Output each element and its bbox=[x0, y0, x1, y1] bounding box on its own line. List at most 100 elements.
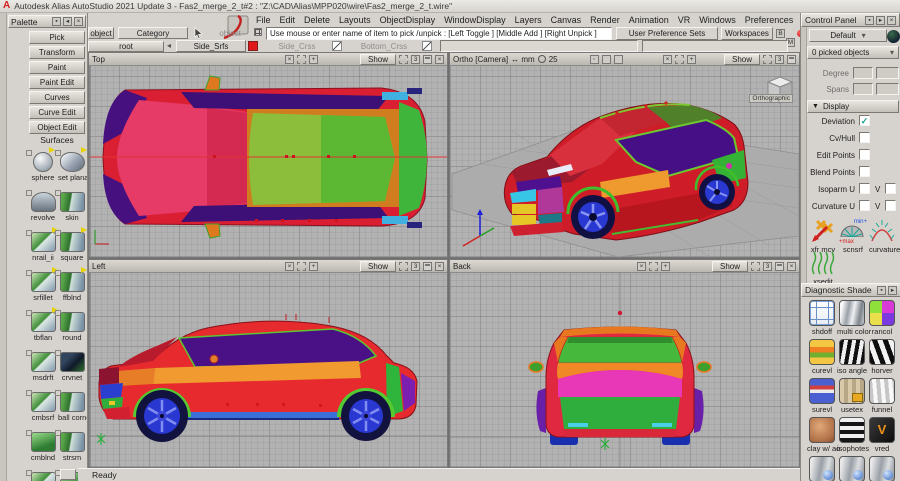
palette-tool-skin[interactable]: skin bbox=[58, 192, 86, 230]
control-panel-title-bar[interactable]: Control Panel ▪ ▸ × bbox=[801, 13, 900, 27]
shade-tool-rancol[interactable]: rancol bbox=[867, 300, 897, 336]
viewport-perspective[interactable]: Ortho [Camera] ↔ mm 25 ◦ × + Show 3 bbox=[449, 52, 800, 258]
menu-animation[interactable]: Animation bbox=[629, 15, 669, 25]
viewport-back[interactable]: Back × + Show 3 × bbox=[449, 259, 800, 468]
picked-objects-header[interactable]: 0 picked objects▾ bbox=[807, 46, 899, 59]
panel-expand-icon[interactable]: ▸ bbox=[888, 286, 897, 295]
palette-dock-strip[interactable] bbox=[0, 13, 7, 481]
curvature-tool[interactable]: curvature bbox=[869, 219, 899, 254]
perspective-canvas[interactable] bbox=[450, 66, 799, 257]
spans-field-v[interactable] bbox=[876, 83, 899, 95]
shade-tool-usetex[interactable]: usetex bbox=[837, 378, 867, 414]
window-restore-icon[interactable] bbox=[423, 262, 432, 271]
pick-options-icon[interactable] bbox=[254, 28, 262, 36]
palette-tab-object-edit[interactable]: Object Edit bbox=[29, 121, 85, 134]
layer-visibility-button[interactable]: 3 bbox=[411, 55, 420, 64]
menu-vr[interactable]: VR bbox=[678, 15, 691, 25]
scnsrf-tool[interactable]: min+ +max scnsrf bbox=[839, 219, 867, 254]
xfrmcv-tool[interactable]: xfr mcv bbox=[809, 219, 837, 254]
layer-symmetry-icon[interactable] bbox=[422, 41, 432, 51]
palette-tool-cmbsrf[interactable]: cmbsrf bbox=[29, 392, 57, 430]
layer-tab-side-srfs[interactable]: Side_Srfs bbox=[176, 40, 246, 52]
menu-layers[interactable]: Layers bbox=[515, 15, 542, 25]
window-close-icon[interactable]: × bbox=[787, 262, 796, 271]
prompt-line-input[interactable]: Use mouse or enter name of item to pick … bbox=[266, 27, 612, 40]
viewport-left-header[interactable]: Left × + Show 3 × bbox=[89, 260, 447, 273]
palette-tab-transform[interactable]: Transform bbox=[29, 46, 85, 59]
palette-tab-paint-edit[interactable]: Paint Edit bbox=[29, 76, 85, 89]
window-restore-icon[interactable] bbox=[787, 55, 796, 64]
shade-tool-curevl[interactable]: curevl bbox=[807, 339, 837, 375]
shade-toggle-icon[interactable] bbox=[763, 55, 772, 64]
palette-tab-curves[interactable]: Curves bbox=[29, 91, 85, 104]
look-at-icon[interactable] bbox=[675, 55, 684, 64]
show-menu-button[interactable]: Show bbox=[724, 54, 760, 65]
top-view-canvas[interactable] bbox=[89, 66, 447, 257]
pick-cursor-icon[interactable] bbox=[193, 27, 204, 39]
palette-tool-nrail[interactable]: nrail_ii bbox=[29, 232, 57, 270]
shade-tool-multicolor[interactable]: multi color bbox=[837, 300, 867, 336]
palette-tab-pick[interactable]: Pick bbox=[29, 31, 85, 44]
degree-field-u[interactable] bbox=[853, 67, 873, 79]
blend-points-checkbox[interactable] bbox=[859, 166, 870, 177]
layer-visibility-button[interactable]: 3 bbox=[763, 262, 772, 271]
display-section-header[interactable]: ▼ Display bbox=[807, 100, 899, 113]
show-menu-button[interactable]: Show bbox=[360, 261, 396, 272]
palette-tool-revolve[interactable]: revolve bbox=[29, 192, 57, 230]
layer-symmetry-icon[interactable] bbox=[332, 41, 342, 51]
show-menu-button[interactable]: Show bbox=[712, 261, 748, 272]
menu-edit[interactable]: Edit bbox=[280, 15, 296, 25]
layer-root-button[interactable]: root bbox=[88, 41, 164, 52]
menu-windowdisplay[interactable]: WindowDisplay bbox=[444, 15, 506, 25]
workspaces-button[interactable]: Workspaces bbox=[721, 27, 773, 40]
viewport-top-header[interactable]: Top × + Show 3 × bbox=[89, 53, 447, 66]
panel-menu-icon[interactable]: ▪ bbox=[865, 16, 874, 25]
palette-menu-icon[interactable]: ▪ bbox=[52, 17, 61, 26]
palette-tab-paint[interactable]: Paint bbox=[29, 61, 85, 74]
perspective-toggle-icon[interactable] bbox=[602, 55, 611, 64]
object-mode-button[interactable]: object bbox=[88, 27, 114, 39]
layer-visibility-button[interactable]: 3 bbox=[411, 262, 420, 271]
zoom-window-icon[interactable]: × bbox=[285, 262, 294, 271]
palette-tool-ball-corner[interactable]: ball corner bbox=[58, 392, 86, 430]
zoom-window-icon[interactable]: × bbox=[663, 55, 672, 64]
bookmark-icon[interactable]: B bbox=[776, 29, 785, 38]
spans-field-u[interactable] bbox=[853, 83, 873, 95]
layer-slot-empty[interactable] bbox=[440, 40, 638, 52]
view-cube-label[interactable]: Orthographic bbox=[749, 94, 793, 103]
shade-tool-partial[interactable] bbox=[837, 456, 867, 481]
section-collapse-icon[interactable]: ▼ bbox=[812, 103, 819, 110]
shade-tool-funnel[interactable]: funnel bbox=[867, 378, 897, 414]
shade-tool-isophotes[interactable]: isophotes bbox=[837, 417, 867, 453]
edit-points-checkbox[interactable] bbox=[859, 149, 870, 160]
palette-tab-curve-edit[interactable]: Curve Edit bbox=[29, 106, 85, 119]
object-name-field[interactable]: object bbox=[208, 27, 252, 39]
left-view-canvas[interactable] bbox=[89, 273, 447, 467]
menu-objectdisplay[interactable]: ObjectDisplay bbox=[380, 15, 436, 25]
shade-tool-clay[interactable]: clay w/ ao bbox=[807, 417, 837, 453]
grid-toggle-icon[interactable] bbox=[614, 55, 623, 64]
shade-tool-partial[interactable] bbox=[867, 456, 897, 481]
diagnostic-shade-title-bar[interactable]: Diagnostic Shade ▪ ▸ bbox=[801, 283, 900, 297]
panel-menu-icon[interactable]: ▪ bbox=[877, 286, 886, 295]
palette-tool-square[interactable]: square bbox=[58, 232, 86, 270]
menu-windows[interactable]: Windows bbox=[699, 15, 736, 25]
panel-dock-strip[interactable] bbox=[801, 27, 807, 287]
panel-close-icon[interactable]: × bbox=[887, 16, 896, 25]
camera-icon[interactable]: ◦ bbox=[590, 55, 599, 64]
viewport-left[interactable]: Left × + Show 3 × bbox=[88, 259, 448, 468]
window-restore-icon[interactable] bbox=[423, 55, 432, 64]
curvature-u-checkbox[interactable] bbox=[859, 200, 870, 211]
shade-tool-vred[interactable]: Vvred bbox=[867, 417, 897, 453]
menu-delete[interactable]: Delete bbox=[304, 15, 330, 25]
show-menu-button[interactable]: Show bbox=[360, 54, 396, 65]
pan-icon[interactable]: + bbox=[661, 262, 670, 271]
zoom-window-icon[interactable]: × bbox=[285, 55, 294, 64]
user-preference-sets-button[interactable]: User Preference Sets bbox=[616, 27, 718, 40]
shade-toggle-icon[interactable] bbox=[751, 262, 760, 271]
viewport-back-header[interactable]: Back × + Show 3 × bbox=[450, 260, 799, 273]
palette-tool-crvnet[interactable]: crvnet bbox=[58, 352, 86, 390]
xsedit-tool[interactable]: xsedit bbox=[809, 251, 837, 286]
panel-expand-icon[interactable]: ▸ bbox=[876, 16, 885, 25]
palette-collapse-icon[interactable]: ◂ bbox=[63, 17, 72, 26]
